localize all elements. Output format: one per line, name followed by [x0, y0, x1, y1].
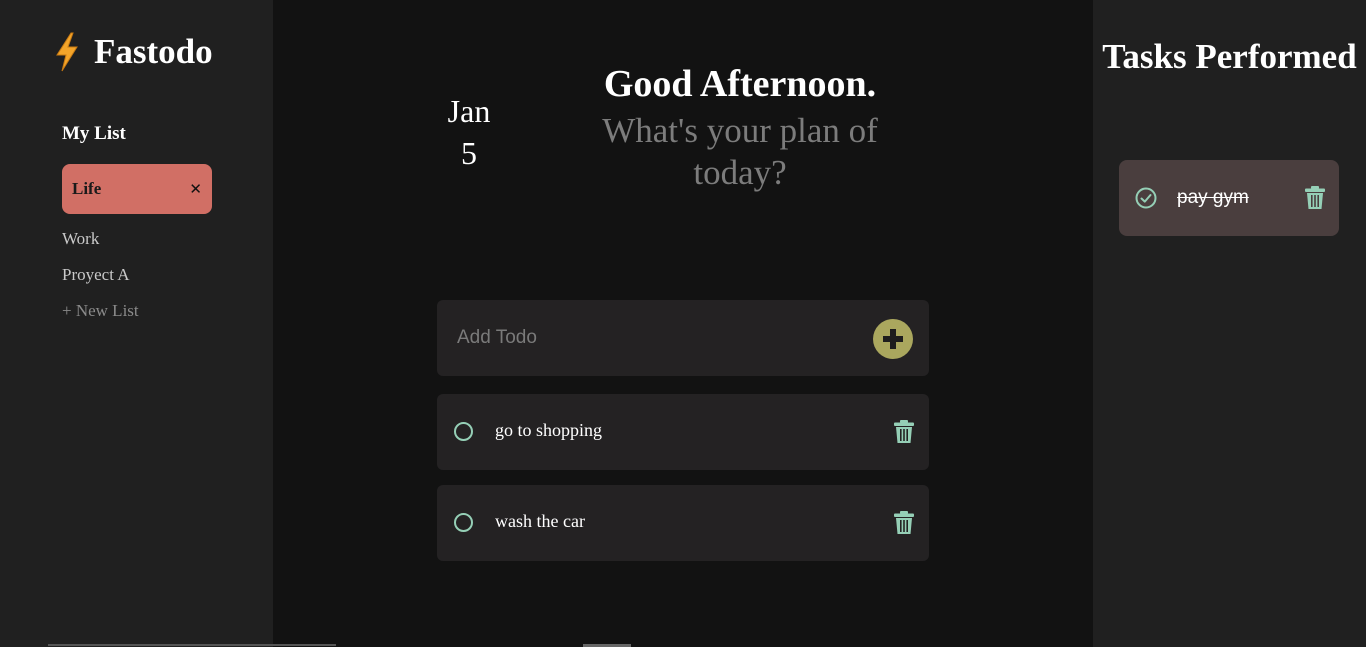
date-month: Jan — [447, 93, 491, 129]
sidebar: Fastodo My List Life ✕ Work Proyect A + … — [0, 0, 273, 647]
add-todo-input[interactable] — [457, 322, 837, 354]
tasks-performed-title: Tasks Performed — [1102, 37, 1357, 76]
sidebar-item-life[interactable]: Life ✕ — [62, 164, 212, 214]
greeting: Good Afternoon. What's your plan of toda… — [560, 62, 920, 194]
todo-item: go to shopping — [437, 394, 929, 470]
sidebar-item-work[interactable]: Work — [62, 229, 99, 249]
trash-icon[interactable] — [894, 420, 914, 444]
trash-icon[interactable] — [894, 511, 914, 535]
plus-circle-icon — [883, 329, 903, 349]
my-list-heading: My List — [62, 123, 126, 144]
completed-task-card: pay gym — [1119, 160, 1339, 236]
new-list-button[interactable]: + New List — [62, 301, 139, 321]
check-circle-icon[interactable] — [1134, 186, 1158, 210]
close-icon[interactable]: ✕ — [189, 180, 202, 198]
greeting-title: Good Afternoon. — [603, 63, 877, 105]
sidebar-item-proyect-a[interactable]: Proyect A — [62, 265, 130, 285]
add-todo-button[interactable] — [873, 319, 913, 359]
horizontal-scrollbar[interactable] — [48, 644, 336, 646]
date-day: 5 — [461, 135, 477, 171]
date-display: Jan 5 — [428, 90, 510, 174]
lightning-bolt-icon — [56, 32, 78, 72]
app-title: Fastodo — [94, 32, 213, 71]
todo-text: go to shopping — [495, 420, 603, 440]
add-todo-bar — [437, 300, 929, 376]
todo-item: wash the car — [437, 485, 929, 561]
trash-icon[interactable] — [1305, 186, 1325, 210]
todo-text: wash the car — [495, 511, 585, 531]
greeting-subtitle: What's your plan of today? — [602, 111, 878, 192]
tasks-performed-panel: Tasks Performed pay gym — [1093, 0, 1366, 647]
completed-task-text: pay gym — [1177, 187, 1249, 208]
sidebar-item-label: Life — [72, 179, 102, 198]
todo-checkbox[interactable] — [454, 513, 473, 532]
brand: Fastodo — [54, 32, 213, 72]
todo-checkbox[interactable] — [454, 422, 473, 441]
